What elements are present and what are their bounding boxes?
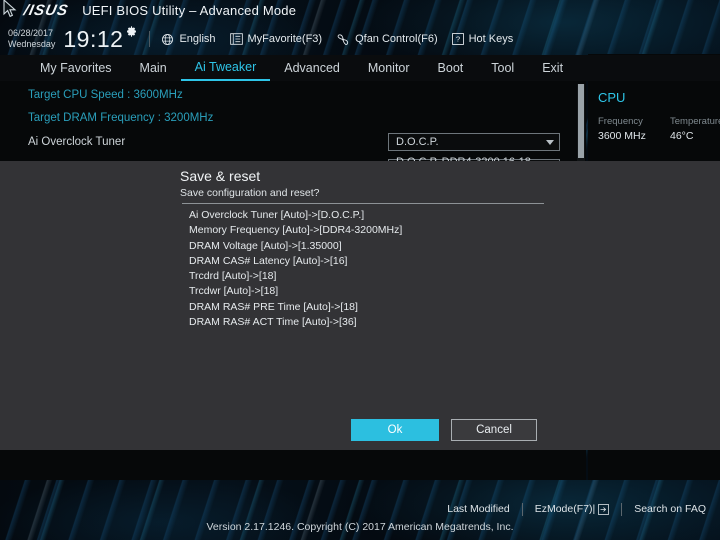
window-title: UEFI BIOS Utility – Advanced Mode [82, 3, 297, 18]
tab-exit[interactable]: Exit [528, 55, 577, 81]
list-item: Memory Frequency [Auto]->[DDR4-3200MHz] [189, 224, 403, 237]
list-item: Trcdrd [Auto]->[18] [189, 270, 277, 283]
hardware-monitor-section-cpu: CPU [598, 90, 626, 105]
dialog-title: Save & reset [180, 168, 261, 184]
tab-my-favorites[interactable]: My Favorites [26, 55, 126, 81]
gear-icon[interactable] [125, 25, 138, 38]
tab-advanced[interactable]: Advanced [270, 55, 354, 81]
frequency-value: 3600 MHz [598, 130, 646, 142]
settings-scrollbar[interactable] [577, 84, 585, 162]
hot-keys-button[interactable]: ? Hot Keys [451, 33, 514, 45]
info-bar: 06/28/2017 Wednesday 19:12 English MyFav… [0, 24, 720, 54]
target-dram-frequency-label: Target DRAM Frequency : 3200MHz [28, 111, 214, 124]
list-item: DRAM Voltage [Auto]->[1.35000] [189, 239, 342, 252]
target-cpu-speed-row: Target CPU Speed : 3600MHz [0, 83, 586, 106]
date-value: 06/28/2017 [8, 28, 54, 38]
title-bar: /ISUS UEFI BIOS Utility – Advanced Mode [0, 0, 720, 21]
ezmode-link[interactable]: EzMode(F7)| [535, 503, 610, 515]
hot-keys-label: Hot Keys [468, 33, 514, 45]
tab-tool[interactable]: Tool [477, 55, 528, 81]
list-item: Ai Overclock Tuner [Auto]->[D.O.C.P.] [189, 209, 365, 221]
language-label: English [179, 33, 216, 45]
clock-display: 19:12 [63, 25, 124, 52]
weekday-value: Wednesday [8, 39, 56, 49]
frequency-key: Frequency [598, 116, 643, 127]
target-cpu-speed-label: Target CPU Speed : 3600MHz [28, 88, 183, 101]
temperature-value: 46°C [670, 130, 694, 142]
footer-divider-1 [521, 502, 523, 516]
asus-logo: /ISUS [22, 2, 70, 19]
list-item: DRAM CAS# Latency [Auto]->[16] [189, 254, 348, 267]
chevron-down-icon [546, 139, 554, 145]
tab-main[interactable]: Main [126, 55, 181, 81]
qfan-control-label: Qfan Control(F6) [355, 33, 438, 45]
question-box-icon: ? [451, 33, 464, 45]
search-faq-link[interactable]: Search on FAQ [634, 503, 706, 515]
globe-icon [162, 33, 174, 45]
info-divider-1 [149, 31, 151, 47]
last-modified-link[interactable]: Last Modified [447, 503, 509, 515]
list-item: DRAM RAS# ACT Time [Auto]->[36] [189, 316, 357, 329]
last-modified-label: Last Modified [447, 503, 510, 515]
mouse-cursor-icon [3, 0, 17, 18]
qfan-control-button[interactable]: Qfan Control(F6) [336, 33, 438, 46]
language-selector[interactable]: English [161, 33, 216, 46]
cancel-button[interactable]: Cancel [451, 419, 537, 441]
arrow-into-box-icon [598, 503, 610, 515]
temperature-key: Temperature [670, 116, 720, 127]
ai-overclock-tuner-select[interactable]: D.O.C.P. [388, 133, 560, 151]
svg-text:?: ? [455, 35, 459, 44]
tab-monitor[interactable]: Monitor [354, 55, 424, 81]
target-dram-frequency-row: Target DRAM Frequency : 3200MHz [0, 106, 586, 129]
readout-spacer [598, 145, 720, 159]
ai-overclock-tuner-row[interactable]: Ai Overclock Tuner D.O.C.P. [0, 129, 586, 155]
footer-divider-2 [621, 502, 623, 516]
myfavorite-button[interactable]: MyFavorite(F3) [229, 33, 323, 45]
dialog-subtitle: Save configuration and reset? [180, 187, 320, 199]
search-faq-label: Search on FAQ [634, 503, 706, 515]
star-list-icon [229, 33, 243, 45]
fan-icon [337, 33, 349, 45]
scrollbar-thumb[interactable] [578, 84, 584, 158]
date-display: 06/28/2017 Wednesday [8, 28, 55, 50]
ai-overclock-tuner-label: Ai Overclock Tuner [28, 136, 126, 148]
ezmode-label: EzMode(F7)| [534, 503, 596, 515]
tab-ai-tweaker[interactable]: Ai Tweaker [180, 55, 271, 81]
copyright-text: Version 2.17.1246. Copyright (C) 2017 Am… [206, 521, 514, 533]
ok-button[interactable]: Ok [351, 419, 439, 441]
dialog-change-list: Ai Overclock Tuner [Auto]->[D.O.C.P.] Me… [189, 208, 589, 330]
tab-boot[interactable]: Boot [424, 55, 478, 81]
nav-bar: My Favorites Main Ai Tweaker Advanced Mo… [0, 55, 720, 81]
myfavorite-label: MyFavorite(F3) [247, 33, 323, 45]
list-item: Trcdwr [Auto]->[18] [189, 285, 279, 298]
ai-overclock-tuner-value: D.O.C.P. [396, 136, 439, 148]
nav-tab-list: My Favorites Main Ai Tweaker Advanced Mo… [0, 55, 577, 81]
list-item: DRAM RAS# PRE Time [Auto]->[18] [189, 300, 358, 313]
footer-links: Last Modified EzMode(F7)| Search on FAQ [0, 500, 720, 518]
dialog-separator [182, 203, 544, 204]
